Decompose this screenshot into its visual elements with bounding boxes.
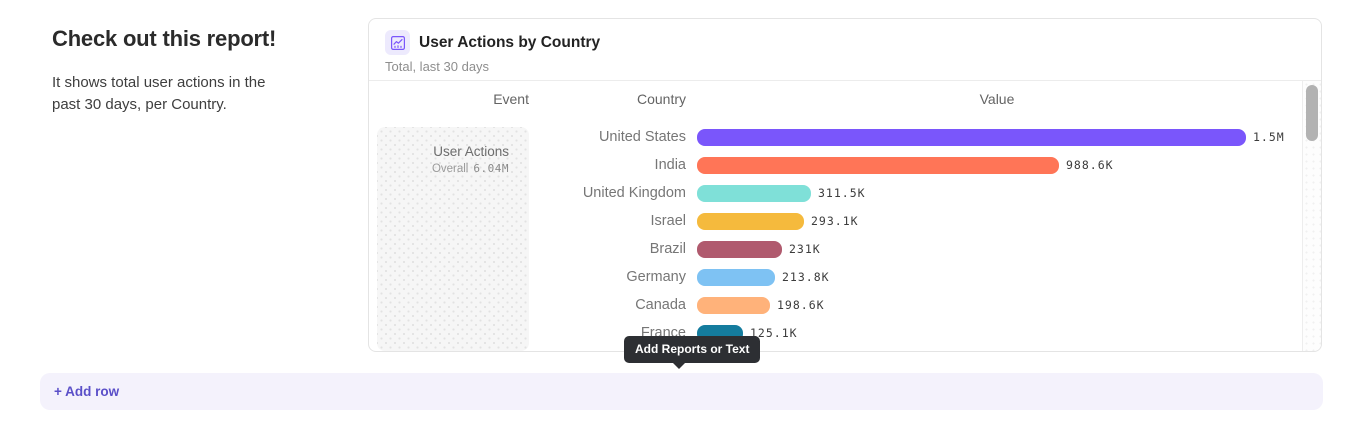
card-header: User Actions by Country Total, last 30 d… bbox=[369, 19, 1321, 81]
chart-rows: United States 1.5M India 988.6K United Kingd… bbox=[369, 123, 1301, 347]
bar[interactable] bbox=[697, 129, 1246, 146]
country-label: Germany bbox=[369, 269, 686, 285]
country-label: Israel bbox=[369, 213, 686, 229]
bar[interactable] bbox=[697, 297, 770, 314]
value-label: 293.1K bbox=[811, 214, 859, 228]
chart-row: Canada 198.6K bbox=[369, 291, 1301, 319]
chart-row: United States 1.5M bbox=[369, 123, 1301, 151]
card-subtitle: Total, last 30 days bbox=[385, 59, 1305, 74]
value-label: 231K bbox=[789, 242, 821, 256]
bar[interactable] bbox=[697, 157, 1059, 174]
column-header-event: Event bbox=[377, 91, 529, 107]
report-card[interactable]: User Actions by Country Total, last 30 d… bbox=[368, 18, 1322, 352]
scrollbar-track[interactable] bbox=[1302, 81, 1321, 351]
bar[interactable] bbox=[697, 241, 782, 258]
column-header-value: Value bbox=[697, 91, 1297, 107]
value-label: 311.5K bbox=[818, 186, 866, 200]
tooltip: Add Reports or Text bbox=[624, 336, 760, 363]
chart-row: Germany 213.8K bbox=[369, 263, 1301, 291]
page-description: It shows total user actions in the past … bbox=[52, 72, 286, 116]
value-label: 198.6K bbox=[777, 298, 825, 312]
country-label: United States bbox=[369, 129, 686, 145]
value-label: 1.5M bbox=[1253, 130, 1285, 144]
chart-row: India 988.6K bbox=[369, 151, 1301, 179]
scrollbar-thumb[interactable] bbox=[1306, 85, 1318, 141]
intro-text-block: Check out this report! It shows total us… bbox=[52, 26, 286, 116]
chart-row: Israel 293.1K bbox=[369, 207, 1301, 235]
bar[interactable] bbox=[697, 269, 775, 286]
column-header-country: Country bbox=[539, 91, 686, 107]
page-title: Check out this report! bbox=[52, 26, 286, 52]
country-label: Canada bbox=[369, 297, 686, 313]
bar[interactable] bbox=[697, 213, 804, 230]
line-chart-icon bbox=[385, 30, 410, 55]
country-label: India bbox=[369, 157, 686, 173]
bar[interactable] bbox=[697, 185, 811, 202]
value-label: 213.8K bbox=[782, 270, 830, 284]
tooltip-label: Add Reports or Text bbox=[635, 342, 749, 356]
chart-row: United Kingdom 311.5K bbox=[369, 179, 1301, 207]
country-label: Brazil bbox=[369, 241, 686, 257]
value-label: 988.6K bbox=[1066, 158, 1114, 172]
chart-area: Event Country Value User Actions Overall… bbox=[369, 81, 1321, 351]
add-row-label: + Add row bbox=[54, 384, 119, 399]
chart-row: France125.1K bbox=[369, 319, 1301, 347]
add-row-button[interactable]: + Add row bbox=[40, 373, 1323, 410]
country-label: United Kingdom bbox=[369, 185, 686, 201]
chart-row: Brazil 231K bbox=[369, 235, 1301, 263]
tooltip-arrow bbox=[672, 362, 686, 369]
card-title: User Actions by Country bbox=[419, 34, 600, 52]
